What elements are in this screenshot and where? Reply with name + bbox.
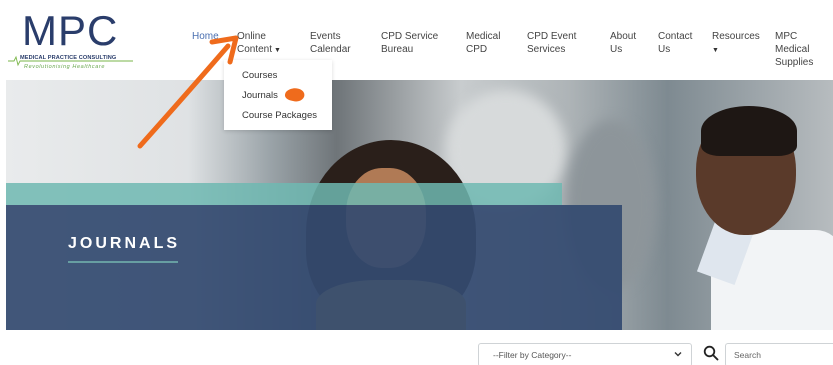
hero-title-panel <box>6 205 622 330</box>
nav-mpc-medical-supplies[interactable]: MPC Medical Supplies <box>775 30 833 69</box>
category-filter-value: --Filter by Category-- <box>493 350 572 360</box>
nav-supplies-label: MPC Medical <box>775 31 810 55</box>
nav-cpd-bureau-label: CPD Service <box>381 31 439 42</box>
nav-medical-cpd-label-2: CPD <box>466 44 488 55</box>
main-navigation: Home Online Content ▼ Events Calendar CPD… <box>0 28 833 68</box>
online-content-dropdown: Courses Journals Course Packages <box>224 60 332 130</box>
nav-cpd-bureau-label-2: Bureau <box>381 44 414 55</box>
nav-events-label: Events <box>310 31 341 42</box>
logo-tagline: Revolutionising Healthcare <box>24 64 106 70</box>
nav-about-label-2: Us <box>610 44 623 55</box>
nav-contact-us[interactable]: Contact Us <box>658 30 692 56</box>
nav-cpd-event-services[interactable]: CPD Event Services <box>527 30 576 56</box>
nav-resources-label: Resources <box>712 31 760 42</box>
nav-medical-cpd-label: Medical <box>466 31 501 42</box>
nav-home[interactable]: Home <box>192 30 219 43</box>
hero-banner: JOURNALS <box>6 80 833 330</box>
dropdown-item-journals[interactable]: Journals <box>242 90 278 101</box>
chevron-down-icon <box>674 352 682 357</box>
nav-supplies-label-2: Supplies <box>775 57 814 68</box>
nav-contact-label: Contact <box>658 31 693 42</box>
nav-events-label-2: Calendar <box>310 44 351 55</box>
nav-cpd-event-label-2: Services <box>527 44 566 55</box>
nav-cpd-event-label: CPD Event <box>527 31 577 42</box>
caret-down-icon: ▼ <box>712 47 719 54</box>
dropdown-item-course-packages[interactable]: Course Packages <box>242 110 317 121</box>
nav-home-label: Home <box>192 31 219 42</box>
category-filter-select[interactable]: --Filter by Category-- <box>478 343 692 365</box>
caret-down-icon: ▼ <box>274 47 281 54</box>
hero-accent-band <box>6 183 562 205</box>
title-underline <box>68 261 178 263</box>
nav-online-content[interactable]: Online Content ▼ <box>237 30 281 57</box>
nav-resources[interactable]: Resources ▼ <box>712 30 760 57</box>
nav-contact-label-2: Us <box>658 44 671 55</box>
dropdown-item-courses[interactable]: Courses <box>242 70 277 81</box>
nav-medical-cpd[interactable]: Medical CPD <box>466 30 500 56</box>
nav-cpd-service-bureau[interactable]: CPD Service Bureau <box>381 30 438 56</box>
nav-events-calendar[interactable]: Events Calendar <box>310 30 351 56</box>
search-input[interactable] <box>725 343 833 365</box>
nav-about-label: About <box>610 31 637 42</box>
search-icon[interactable] <box>703 345 719 361</box>
nav-online-content-label: Online <box>237 31 266 42</box>
nav-online-content-label-2: Content <box>237 44 273 55</box>
page-title: JOURNALS <box>68 235 181 252</box>
man-hair <box>701 106 797 156</box>
nav-about-us[interactable]: About Us <box>610 30 636 56</box>
